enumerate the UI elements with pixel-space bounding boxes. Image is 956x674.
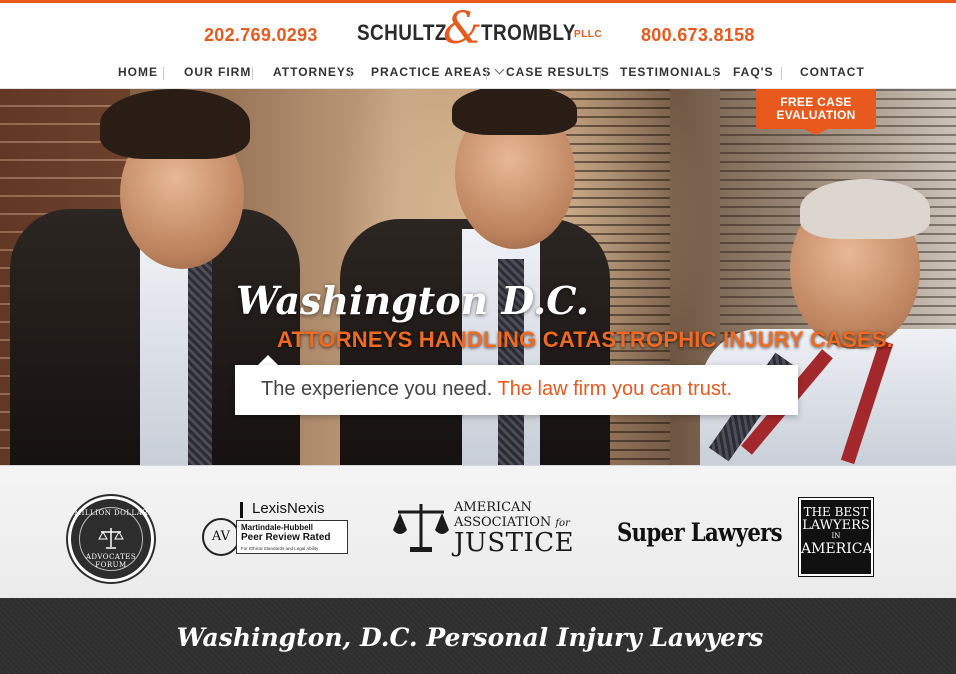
nav-case-results[interactable]: CASE RESULTS bbox=[506, 65, 610, 79]
tagline-part1: The experience you need. bbox=[261, 378, 493, 400]
awards-strip: MILLION DOLLAR ADVOCATES FORUM LexisNexi… bbox=[0, 465, 956, 598]
chevron-down-icon bbox=[494, 64, 505, 75]
nav-attorneys[interactable]: ATTORNEYS bbox=[273, 65, 355, 79]
aaj-line3: JUSTICE bbox=[454, 528, 575, 558]
section-title-band: Washington, D.C. Personal Injury Lawyers bbox=[0, 598, 956, 674]
scales-of-justice-icon bbox=[98, 528, 124, 549]
lexisnexis-av-rating-badge: LexisNexis AV Martindale-Hubbell Peer Re… bbox=[202, 498, 350, 560]
hero-banner: FREE CASE EVALUATION Washington D.C. ATT… bbox=[0, 89, 956, 465]
nav-divider bbox=[714, 67, 715, 80]
nav-testimonials[interactable]: TESTIMONIALS bbox=[620, 65, 721, 79]
logo-word-trombly: TROMBLY bbox=[481, 20, 576, 45]
nav-divider bbox=[600, 67, 601, 80]
aaj-logo: AMERICAN ASSOCIATION for JUSTICE bbox=[392, 498, 576, 564]
free-case-evaluation-button[interactable]: FREE CASE EVALUATION bbox=[756, 89, 876, 129]
scales-of-justice-icon bbox=[393, 504, 449, 552]
hero-title: Washington D.C. bbox=[236, 278, 590, 323]
site-header: 202.769.0293 SCHULTZ & TROMBLY PLLC 800.… bbox=[0, 3, 956, 89]
seal-top-text: MILLION DOLLAR bbox=[73, 509, 149, 517]
phone-link-local[interactable]: 202.769.0293 bbox=[204, 25, 318, 46]
nav-divider bbox=[486, 67, 487, 80]
free-case-line2: EVALUATION bbox=[776, 108, 856, 122]
best-lawyers-line2: LAWYERS bbox=[802, 518, 870, 533]
nav-practice-areas[interactable]: PRACTICE AREAS bbox=[371, 64, 505, 79]
seal-bottom-text: ADVOCATES FORUM bbox=[85, 553, 137, 569]
best-lawyers-badge: THE BEST LAWYERS IN AMERICA bbox=[799, 498, 873, 576]
nav-practice-areas-label: PRACTICE AREAS bbox=[371, 65, 492, 79]
lexisnexis-brand: LexisNexis bbox=[252, 500, 325, 517]
ethical-standards-label: For Ethical Standards and Legal Ability bbox=[241, 546, 319, 551]
free-case-line1: FREE CASE bbox=[780, 95, 852, 109]
main-nav: HOME OUR FIRM ATTORNEYS PRACTICE AREAS C… bbox=[0, 61, 956, 83]
nav-divider bbox=[252, 67, 253, 80]
million-dollar-advocates-seal: MILLION DOLLAR ADVOCATES FORUM bbox=[68, 496, 154, 582]
peer-review-label: Peer Review Rated bbox=[241, 532, 331, 543]
site-logo[interactable]: SCHULTZ & TROMBLY PLLC bbox=[357, 7, 603, 55]
best-lawyers-line4: AMERICA bbox=[801, 541, 873, 557]
phone-link-tollfree[interactable]: 800.673.8158 bbox=[641, 25, 755, 46]
hero-subtitle: ATTORNEYS HANDLING CATASTROPHIC INJURY C… bbox=[277, 327, 894, 352]
tagline-pointer bbox=[258, 355, 278, 365]
free-case-tab-notch bbox=[804, 129, 828, 135]
nav-divider bbox=[163, 67, 164, 80]
av-badge: AV bbox=[202, 518, 240, 556]
best-lawyers-line1: THE BEST bbox=[803, 505, 869, 519]
tagline-box: The experience you need. The law firm yo… bbox=[235, 365, 798, 415]
nav-home[interactable]: HOME bbox=[118, 65, 158, 79]
martindale-label: Martindale-Hubbell bbox=[241, 523, 314, 532]
nav-divider bbox=[350, 67, 351, 80]
nav-our-firm[interactable]: OUR FIRM bbox=[184, 65, 251, 79]
nav-contact[interactable]: CONTACT bbox=[800, 65, 865, 79]
peer-review-box: Martindale-Hubbell Peer Review Rated For… bbox=[236, 520, 348, 554]
nav-faqs[interactable]: FAQ'S bbox=[733, 65, 774, 79]
section-title: Washington, D.C. Personal Injury Lawyers bbox=[176, 623, 764, 652]
super-lawyers-logo: Super Lawyers bbox=[617, 518, 783, 547]
best-lawyers-line3: IN bbox=[831, 532, 841, 540]
logo-ampersand: & bbox=[443, 3, 483, 54]
logo-suffix: PLLC bbox=[574, 29, 603, 40]
aaj-line1: AMERICAN bbox=[454, 500, 532, 515]
lexisnexis-mark-icon bbox=[240, 502, 248, 518]
tagline-part2: The law firm you can trust. bbox=[497, 378, 733, 400]
nav-divider bbox=[781, 67, 782, 80]
logo-word-schultz: SCHULTZ bbox=[357, 20, 447, 45]
tagline-text: The experience you need. The law firm yo… bbox=[261, 378, 732, 401]
